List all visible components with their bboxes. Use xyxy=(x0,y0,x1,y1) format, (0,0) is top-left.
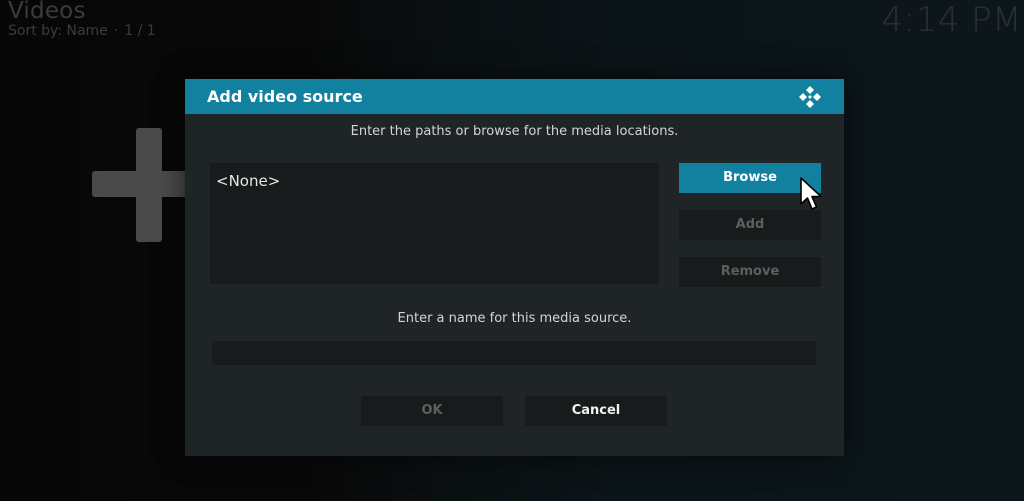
dialog-title: Add video source xyxy=(207,87,363,106)
dialog-header: Add video source xyxy=(185,79,844,114)
paths-list-item[interactable]: <None> xyxy=(216,172,280,190)
page-count: 1 / 1 xyxy=(124,23,156,39)
paths-instruction: Enter the paths or browse for the media … xyxy=(350,124,679,139)
add-button[interactable]: Add xyxy=(679,210,821,240)
kodi-logo-icon xyxy=(799,86,821,108)
sort-info[interactable]: Sort by: Name · 1 / 1 xyxy=(8,23,156,39)
page-title: Videos xyxy=(8,0,86,24)
cancel-button[interactable]: Cancel xyxy=(525,396,667,426)
sort-separator: · xyxy=(113,23,119,39)
mouse-pointer-icon xyxy=(800,177,822,210)
remove-button[interactable]: Remove xyxy=(679,257,821,287)
add-video-source-dialog: Add video source Enter the paths or brow… xyxy=(185,79,844,456)
sort-label: Sort by: Name xyxy=(8,23,108,39)
clock: 4:14 PM xyxy=(881,0,1022,40)
screen: Videos Sort by: Name · 1 / 1 4:14 PM Add v… xyxy=(0,0,1024,501)
source-name-input[interactable] xyxy=(212,341,816,365)
paths-list[interactable]: <None> xyxy=(210,163,659,284)
ok-button[interactable]: OK xyxy=(361,396,503,426)
name-instruction: Enter a name for this media source. xyxy=(397,311,632,326)
